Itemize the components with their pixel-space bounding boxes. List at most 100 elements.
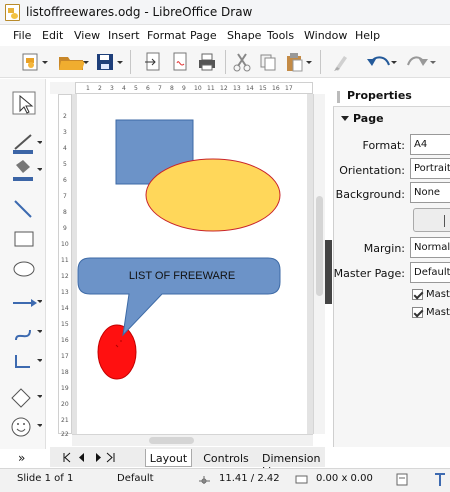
margin-label: Margin: (363, 242, 405, 255)
ruler-label: 1 (86, 85, 90, 92)
basic-shapes-icon[interactable] (8, 385, 42, 411)
sidebar-collapse-handle[interactable] (325, 240, 332, 304)
ruler-label: 19 (61, 385, 69, 392)
ruler-label: 4 (122, 85, 126, 92)
print-icon[interactable] (196, 51, 218, 73)
red-oval[interactable] (97, 324, 137, 380)
save-icon[interactable] (95, 51, 125, 73)
ruler-corner (50, 82, 75, 94)
ruler-label: 10 (194, 85, 202, 92)
libreoffice-draw-window: listoffreewares.odg - LibreOffice Draw F… (0, 0, 450, 492)
ruler-label: 15 (259, 85, 267, 92)
orientation-select[interactable]: Portrait (410, 158, 450, 179)
ruler-label: 16 (61, 337, 69, 344)
menu-edit[interactable]: Edit (42, 29, 63, 42)
button-divider-icon (444, 215, 445, 227)
new-document-icon[interactable] (20, 51, 48, 73)
menu-window[interactable]: Window (304, 29, 347, 42)
horizontal-scroll-thumb[interactable] (149, 437, 194, 444)
cut-icon[interactable] (232, 51, 252, 73)
window-title: listoffreewares.odg - LibreOffice Draw (26, 5, 253, 19)
collapse-page-section-icon[interactable] (340, 114, 350, 123)
ruler-label: 12 (220, 85, 228, 92)
rectangle-tool-icon[interactable] (8, 226, 42, 252)
symbol-shapes-icon[interactable] (8, 414, 42, 440)
export-icon[interactable] (143, 51, 163, 73)
ruler-label: 11 (207, 85, 215, 92)
redo-icon[interactable] (404, 51, 436, 73)
menu-insert[interactable]: Insert (108, 29, 140, 42)
menu-shape[interactable]: Shape (227, 29, 261, 42)
tab-dimension-lines[interactable]: Dimension Li (262, 449, 332, 478)
vertical-ruler: 2 3 4 5 6 7 8 9 10 11 12 13 14 15 16 17 … (58, 94, 72, 438)
ruler-label: 8 (63, 209, 67, 216)
layout-status: Default (117, 473, 154, 484)
background-select[interactable]: None (410, 182, 450, 203)
tab-navigation-icons[interactable] (62, 452, 116, 463)
libreoffice-draw-icon (5, 4, 20, 21)
menu-format[interactable]: Format (147, 29, 186, 42)
menu-help[interactable]: Help (355, 29, 380, 42)
background-options-button[interactable] (413, 208, 450, 232)
ruler-label: 5 (63, 161, 67, 168)
ruler-label: 20 (61, 401, 69, 408)
ruler-label: 2 (63, 113, 67, 120)
drawing-page[interactable]: LIST OF FREEWARE (77, 94, 307, 434)
ruler-label: 7 (63, 193, 67, 200)
ruler-label: 15 (61, 321, 69, 328)
ruler-label: 17 (285, 85, 293, 92)
zoom-fit-icon[interactable] (434, 473, 446, 487)
master-background-checkbox[interactable] (412, 289, 423, 300)
menu-tools[interactable]: Tools (267, 29, 294, 42)
export-pdf-icon[interactable] (170, 51, 190, 73)
connector-tool-icon[interactable] (8, 349, 42, 375)
properties-title: Properties (347, 89, 412, 102)
master-objects-checkbox[interactable] (412, 307, 423, 318)
ruler-label: 9 (182, 85, 186, 92)
format-label: Format: (362, 139, 405, 152)
ruler-label: 14 (61, 305, 69, 312)
master-page-select[interactable]: Default (410, 262, 450, 283)
ruler-label: 22 (61, 431, 69, 438)
copy-icon[interactable] (258, 51, 278, 73)
tab-layout[interactable]: Layout (145, 449, 192, 467)
ruler-label: 9 (63, 225, 67, 232)
ruler-label: 6 (63, 177, 67, 184)
drawing-canvas[interactable]: LIST OF FREEWARE (72, 94, 313, 434)
ruler-label: 2 (98, 85, 102, 92)
more-tools-icon[interactable]: » (18, 451, 25, 465)
format-select[interactable]: A4 (410, 134, 450, 155)
curve-tool-icon[interactable] (8, 320, 42, 346)
drawing-objects: LIST OF FREEWARE (77, 119, 281, 380)
arrow-line-tool-icon[interactable] (8, 290, 42, 316)
menu-file[interactable]: File (13, 29, 31, 42)
master-background-label: Maste (426, 289, 450, 300)
select-tool-icon[interactable] (8, 91, 42, 117)
vertical-scroll-thumb[interactable] (316, 196, 323, 296)
ellipse-tool-icon[interactable] (8, 256, 42, 282)
undo-icon[interactable] (363, 51, 398, 73)
ruler-label: 10 (61, 241, 69, 248)
size-icon (295, 475, 308, 484)
size-status: 0.00 x 0.00 (316, 473, 373, 484)
horizontal-scrollbar[interactable] (72, 434, 313, 446)
ruler-label: 3 (63, 129, 67, 136)
paste-icon[interactable] (284, 51, 313, 73)
fill-color-icon[interactable] (8, 158, 42, 184)
menu-view[interactable]: View (74, 29, 100, 42)
margin-select[interactable]: Normal (410, 237, 450, 258)
line-tool-icon[interactable] (8, 196, 42, 222)
ruler-label: 4 (63, 145, 67, 152)
ruler-label: 6 (146, 85, 150, 92)
tab-controls[interactable]: Controls (199, 449, 253, 467)
menu-page[interactable]: Page (190, 29, 217, 42)
yellow-ellipse[interactable] (145, 158, 281, 232)
title-bar: listoffreewares.odg - LibreOffice Draw (0, 0, 450, 25)
ruler-label: 16 (272, 85, 280, 92)
line-color-icon[interactable] (8, 131, 42, 157)
open-folder-icon[interactable] (57, 51, 89, 73)
callout-text[interactable]: LIST OF FREEWARE (129, 270, 235, 282)
vertical-scrollbar[interactable] (313, 94, 325, 434)
clone-formatting-icon[interactable] (330, 51, 350, 73)
document-modified-icon (396, 473, 408, 486)
